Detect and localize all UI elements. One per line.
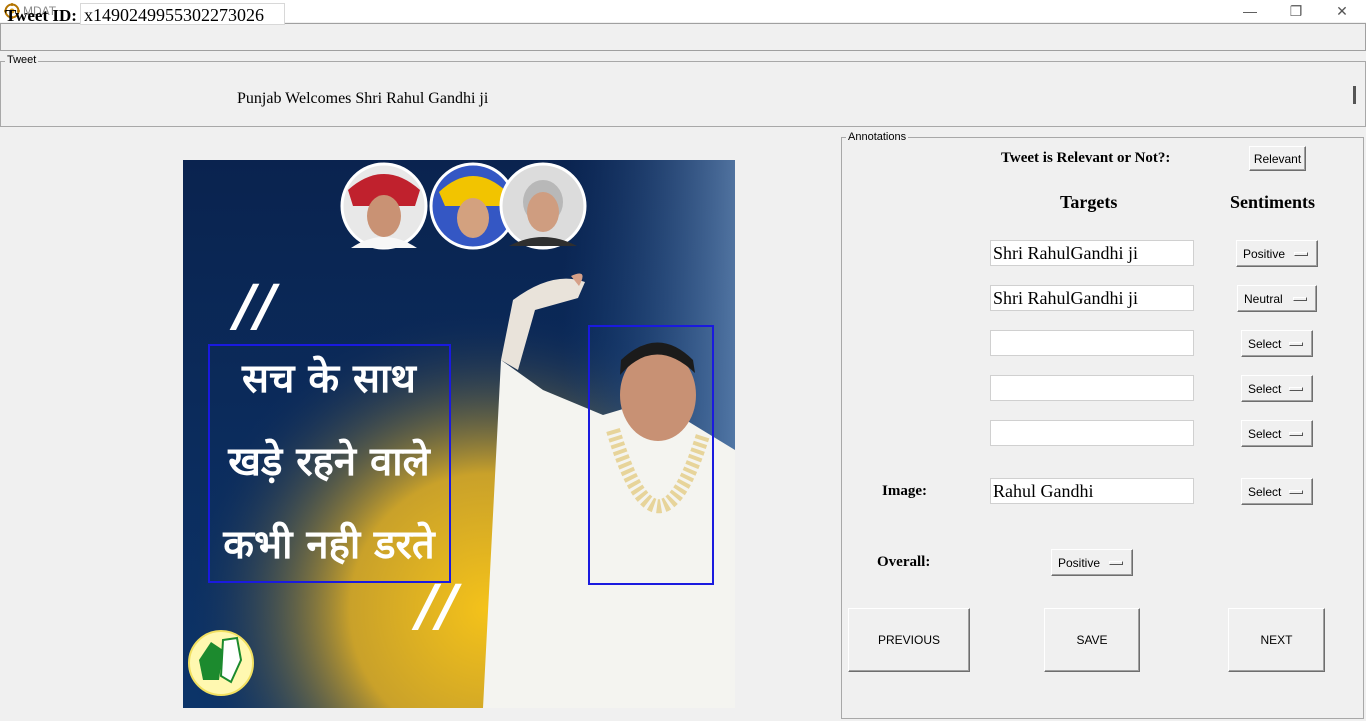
quote-open-mark: //	[229, 274, 280, 339]
sentiment-dropdown-3[interactable]: Select	[1241, 330, 1313, 357]
dropdown-indicator-icon	[1289, 387, 1303, 391]
dropdown-indicator-icon	[1294, 252, 1308, 256]
image-target-input[interactable]: Rahul Gandhi	[990, 478, 1194, 504]
dropdown-indicator-icon	[1289, 490, 1303, 494]
tweet-id-label: Tweet ID:	[5, 6, 77, 25]
maximize-button[interactable]: ❐	[1273, 0, 1319, 22]
next-button[interactable]: NEXT	[1228, 608, 1325, 672]
tweet-group	[0, 61, 1366, 127]
sentiment-dropdown-3-value: Select	[1248, 336, 1282, 351]
save-button[interactable]: SAVE	[1044, 608, 1140, 672]
target-input-4[interactable]	[990, 375, 1194, 401]
relevance-question: Tweet is Relevant or Not?:	[1001, 150, 1171, 166]
leader-portraits	[340, 162, 587, 250]
tweet-text: Punjab Welcomes Shri Rahul Gandhi ji	[237, 90, 489, 107]
dropdown-indicator-icon	[1289, 342, 1303, 346]
quote-close-mark: //	[411, 574, 462, 639]
target-input-3[interactable]	[990, 330, 1194, 356]
dropdown-indicator-icon	[1289, 432, 1303, 436]
sentiment-dropdown-1-value: Positive	[1243, 246, 1286, 261]
sentiment-dropdown-5-value: Select	[1248, 426, 1282, 441]
poster-line-1: सच के साथ	[241, 355, 417, 402]
image-label: Image:	[882, 483, 927, 499]
target-input-1[interactable]: Shri RahulGandhi ji	[990, 240, 1194, 266]
previous-button[interactable]: PREVIOUS	[848, 608, 970, 672]
sentiment-dropdown-4[interactable]: Select	[1241, 375, 1313, 402]
image-sentiment-dropdown[interactable]: Select	[1241, 478, 1313, 505]
sentiment-dropdown-2[interactable]: Neutral	[1237, 285, 1317, 312]
targets-heading: Targets	[1060, 192, 1118, 212]
sentiment-dropdown-4-value: Select	[1248, 381, 1282, 396]
party-logo	[188, 630, 254, 696]
overall-sentiment-value: Positive	[1058, 555, 1101, 570]
dropdown-indicator-icon	[1109, 561, 1123, 565]
target-input-5[interactable]	[990, 420, 1194, 446]
tweet-id-bar	[0, 23, 1366, 51]
sentiment-dropdown-1[interactable]: Positive	[1236, 240, 1318, 267]
dropdown-indicator-icon	[1293, 297, 1307, 301]
overall-sentiment-dropdown[interactable]: Positive	[1051, 549, 1133, 576]
minimize-button[interactable]: —	[1227, 0, 1273, 22]
tweet-scrollbar[interactable]	[1353, 86, 1356, 104]
relevant-button[interactable]: Relevant	[1249, 146, 1306, 171]
sentiment-dropdown-5[interactable]: Select	[1241, 420, 1313, 447]
poster-line-2: खड़े रहने वाले	[227, 438, 431, 485]
tweet-image: // // सच के साथ खड़े रहने वाले कभी नही ड…	[183, 160, 735, 708]
tweet-group-legend: Tweet	[5, 54, 39, 66]
poster-line-3: कभी नही डरते	[222, 521, 436, 568]
tweet-id-field[interactable]: x1490249955302273026	[80, 3, 285, 25]
overall-label: Overall:	[877, 554, 931, 570]
close-button[interactable]: ✕	[1319, 0, 1365, 22]
image-sentiment-value: Select	[1248, 484, 1282, 499]
annotations-legend: Annotations	[846, 131, 909, 143]
target-input-2[interactable]: Shri RahulGandhi ji	[990, 285, 1194, 311]
sentiment-dropdown-2-value: Neutral	[1244, 291, 1283, 306]
sentiments-heading: Sentiments	[1230, 192, 1315, 212]
